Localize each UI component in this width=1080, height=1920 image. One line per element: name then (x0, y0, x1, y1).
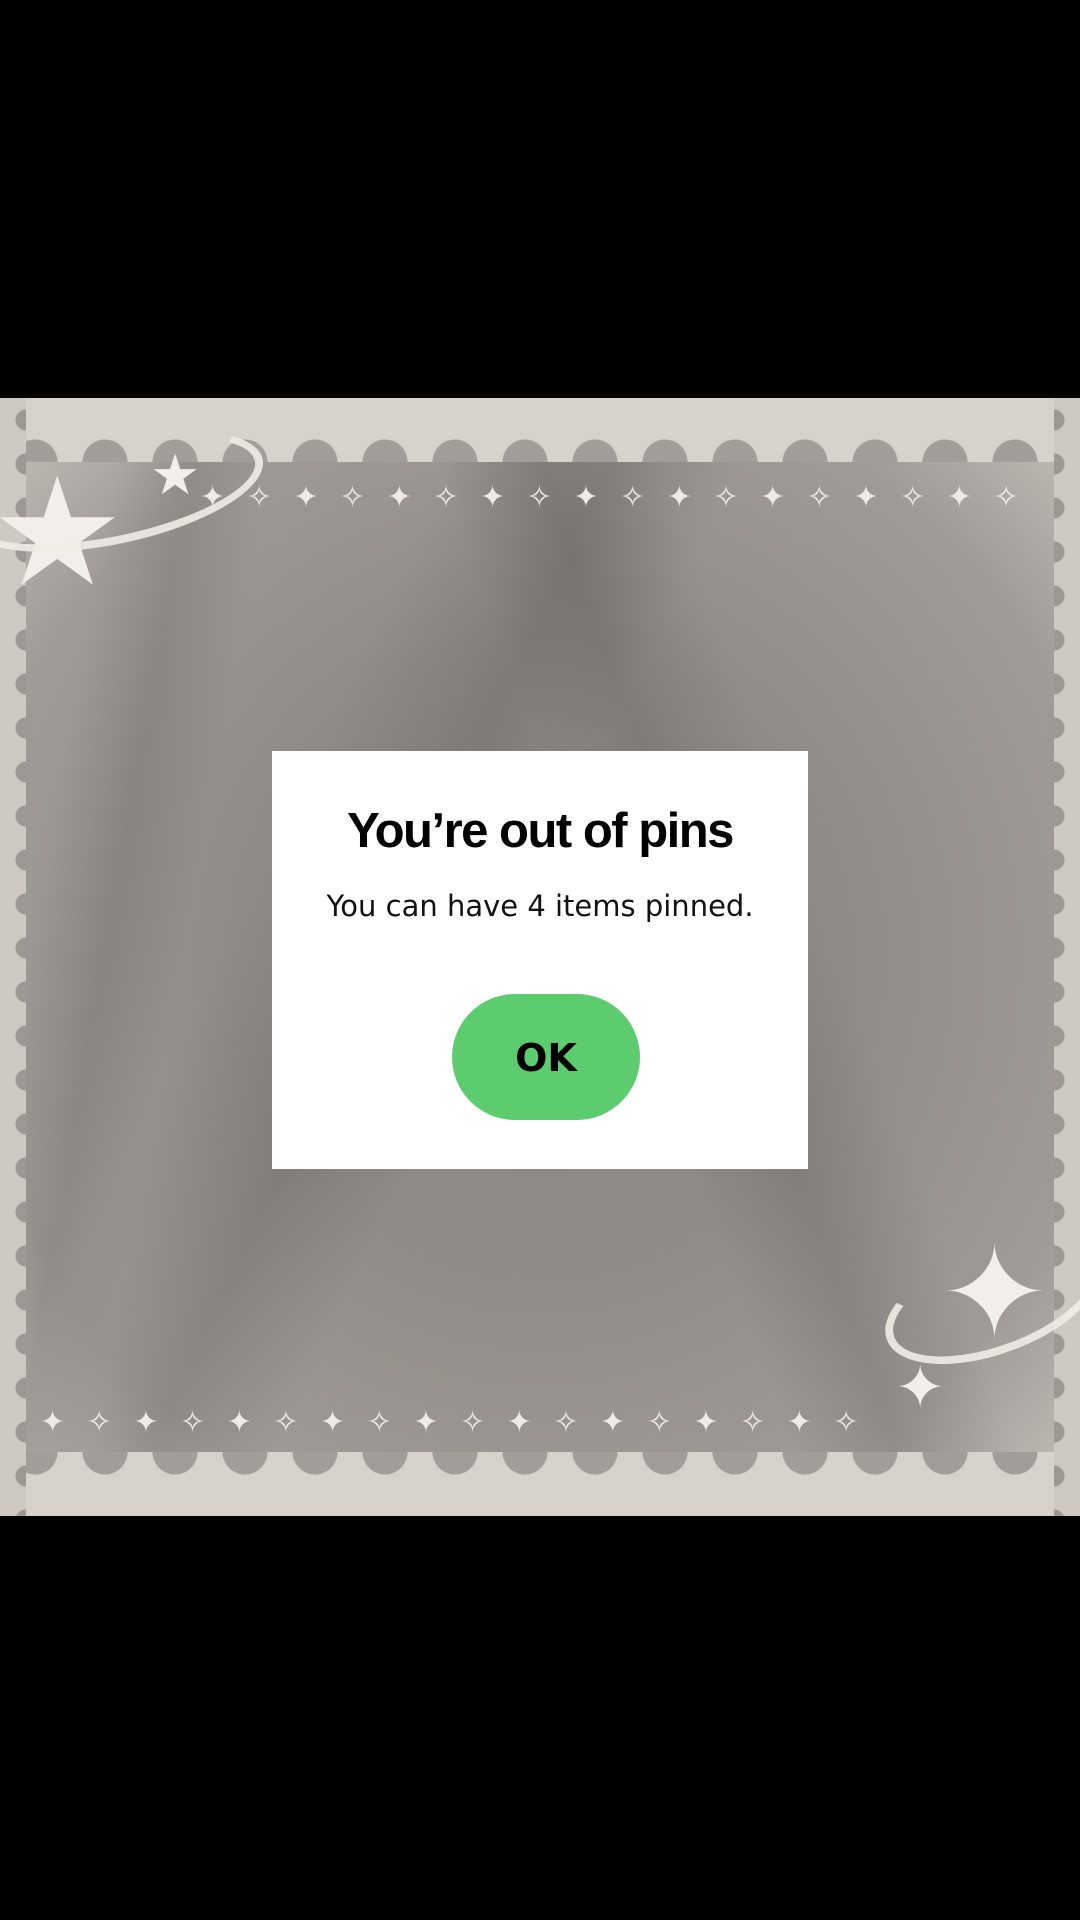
ok-button[interactable]: OK (452, 994, 640, 1120)
lace-border-right (1054, 398, 1080, 1516)
sparkle-decoration-bottom: ✦ ✧ ✦ ✧ ✦ ✧ ✦ ✧ ✦ ✧ ✦ ✧ ✦ ✧ ✦ ✧ ✦ ✧ ✦ ✧ … (40, 1405, 860, 1440)
dialog-message: You can have 4 items pinned. (326, 889, 754, 923)
lace-border-bottom (0, 1452, 1080, 1516)
sparkle-decoration-top: ✦ ✧ ✦ ✧ ✦ ✧ ✦ ✧ ✦ ✧ ✦ ✧ ✦ ✧ ✦ ✧ ✦ ✧ ✦ ✧ … (200, 480, 1020, 515)
pins-limit-dialog: You’re out of pins You can have 4 items … (272, 751, 808, 1169)
sparkle-icon: ✦ (895, 1353, 946, 1423)
screen: ✦ ✧ ✦ ✧ ✦ ✧ ✦ ✧ ✦ ✧ ✦ ✧ ✦ ✧ ✦ ✧ ✦ ✧ ✦ ✧ … (0, 0, 1080, 1920)
dialog-title: You’re out of pins (347, 804, 734, 858)
